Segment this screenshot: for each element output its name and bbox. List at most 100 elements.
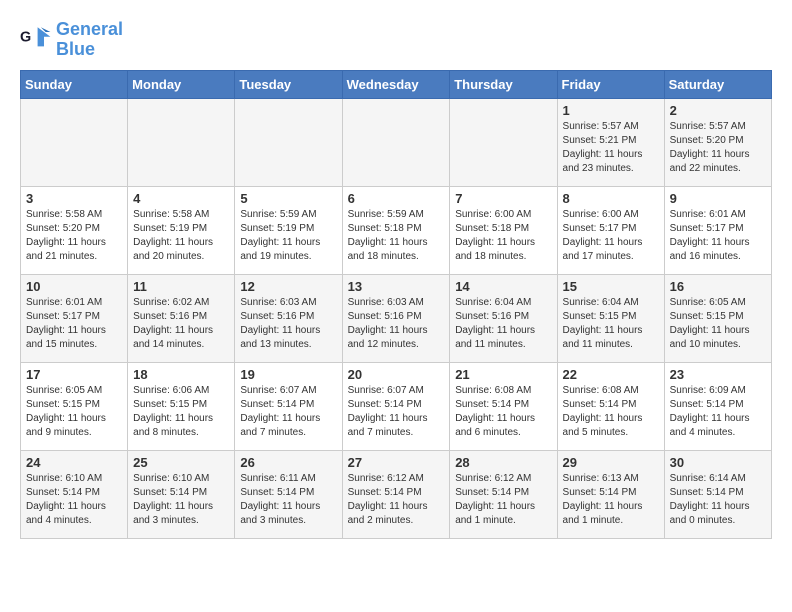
calendar: SundayMondayTuesdayWednesdayThursdayFrid… <box>20 70 772 539</box>
day-info: Sunrise: 5:57 AMSunset: 5:21 PMDaylight:… <box>563 120 659 176</box>
logo: G General Blue <box>20 20 123 60</box>
day-number: 8 <box>563 191 659 206</box>
day-cell: 4 Sunrise: 5:58 AMSunset: 5:19 PMDaylight… <box>128 186 235 274</box>
day-number: 17 <box>26 367 122 382</box>
day-number: 14 <box>455 279 551 294</box>
day-number: 7 <box>455 191 551 206</box>
day-info: Sunrise: 5:58 AMSunset: 5:19 PMDaylight:… <box>133 208 229 264</box>
day-info: Sunrise: 6:04 AMSunset: 5:16 PMDaylight:… <box>455 296 551 352</box>
day-number: 16 <box>670 279 766 294</box>
day-number: 19 <box>240 367 336 382</box>
day-cell: 18 Sunrise: 6:06 AMSunset: 5:15 PMDayligh… <box>128 362 235 450</box>
day-cell: 14 Sunrise: 6:04 AMSunset: 5:16 PMDayligh… <box>450 274 557 362</box>
day-number: 26 <box>240 455 336 470</box>
day-number: 6 <box>348 191 445 206</box>
calendar-header: SundayMondayTuesdayWednesdayThursdayFrid… <box>21 70 772 98</box>
day-cell: 29 Sunrise: 6:13 AMSunset: 5:14 PMDayligh… <box>557 450 664 538</box>
day-number: 22 <box>563 367 659 382</box>
day-cell: 8 Sunrise: 6:00 AMSunset: 5:17 PMDaylight… <box>557 186 664 274</box>
day-header-thursday: Thursday <box>450 70 557 98</box>
day-info: Sunrise: 6:05 AMSunset: 5:15 PMDaylight:… <box>670 296 766 352</box>
day-number: 4 <box>133 191 229 206</box>
day-info: Sunrise: 6:04 AMSunset: 5:15 PMDaylight:… <box>563 296 659 352</box>
day-cell: 13Sunrise: 6:03 AMSunset: 5:16 PMDayligh… <box>342 274 450 362</box>
day-number: 20 <box>348 367 445 382</box>
day-cell: 26 Sunrise: 6:11 AMSunset: 5:14 PMDayligh… <box>235 450 342 538</box>
day-cell: 17 Sunrise: 6:05 AMSunset: 5:15 PMDayligh… <box>21 362 128 450</box>
day-number: 3 <box>26 191 122 206</box>
day-cell <box>128 98 235 186</box>
day-info: Sunrise: 6:12 AMSunset: 5:14 PMDaylight:… <box>348 472 445 528</box>
day-number: 9 <box>670 191 766 206</box>
day-info: Sunrise: 6:13 AMSunset: 5:14 PMDaylight:… <box>563 472 659 528</box>
day-cell <box>342 98 450 186</box>
logo-text: General Blue <box>56 20 123 60</box>
day-info: Sunrise: 5:59 AMSunset: 5:18 PMDaylight:… <box>348 208 445 264</box>
week-row-1: 1 Sunrise: 5:57 AMSunset: 5:21 PMDaylight… <box>21 98 772 186</box>
day-header-sunday: Sunday <box>21 70 128 98</box>
day-number: 21 <box>455 367 551 382</box>
day-number: 18 <box>133 367 229 382</box>
day-number: 30 <box>670 455 766 470</box>
day-info: Sunrise: 6:14 AMSunset: 5:14 PMDaylight:… <box>670 472 766 528</box>
day-info: Sunrise: 6:11 AMSunset: 5:14 PMDaylight:… <box>240 472 336 528</box>
day-cell: 1 Sunrise: 5:57 AMSunset: 5:21 PMDaylight… <box>557 98 664 186</box>
day-info: Sunrise: 6:00 AMSunset: 5:17 PMDaylight:… <box>563 208 659 264</box>
week-row-4: 17 Sunrise: 6:05 AMSunset: 5:15 PMDayligh… <box>21 362 772 450</box>
day-cell <box>450 98 557 186</box>
day-number: 25 <box>133 455 229 470</box>
day-cell: 24Sunrise: 6:10 AMSunset: 5:14 PMDayligh… <box>21 450 128 538</box>
day-header-tuesday: Tuesday <box>235 70 342 98</box>
week-row-5: 24Sunrise: 6:10 AMSunset: 5:14 PMDayligh… <box>21 450 772 538</box>
day-info: Sunrise: 6:07 AMSunset: 5:14 PMDaylight:… <box>348 384 445 440</box>
page-header: G General Blue <box>20 20 772 60</box>
day-cell: 2Sunrise: 5:57 AMSunset: 5:20 PMDaylight… <box>664 98 771 186</box>
day-info: Sunrise: 6:03 AMSunset: 5:16 PMDaylight:… <box>348 296 445 352</box>
day-info: Sunrise: 5:59 AMSunset: 5:19 PMDaylight:… <box>240 208 336 264</box>
day-cell: 28Sunrise: 6:12 AMSunset: 5:14 PMDayligh… <box>450 450 557 538</box>
week-row-2: 3 Sunrise: 5:58 AMSunset: 5:20 PMDaylight… <box>21 186 772 274</box>
day-cell <box>21 98 128 186</box>
day-number: 10 <box>26 279 122 294</box>
day-info: Sunrise: 6:08 AMSunset: 5:14 PMDaylight:… <box>563 384 659 440</box>
day-cell: 20 Sunrise: 6:07 AMSunset: 5:14 PMDayligh… <box>342 362 450 450</box>
day-info: Sunrise: 6:09 AMSunset: 5:14 PMDaylight:… <box>670 384 766 440</box>
day-info: Sunrise: 5:58 AMSunset: 5:20 PMDaylight:… <box>26 208 122 264</box>
day-cell: 23 Sunrise: 6:09 AMSunset: 5:14 PMDayligh… <box>664 362 771 450</box>
day-info: Sunrise: 6:06 AMSunset: 5:15 PMDaylight:… <box>133 384 229 440</box>
day-header-monday: Monday <box>128 70 235 98</box>
day-cell: 9Sunrise: 6:01 AMSunset: 5:17 PMDaylight… <box>664 186 771 274</box>
day-cell: 25Sunrise: 6:10 AMSunset: 5:14 PMDayligh… <box>128 450 235 538</box>
day-cell: 21 Sunrise: 6:08 AMSunset: 5:14 PMDayligh… <box>450 362 557 450</box>
day-info: Sunrise: 6:02 AMSunset: 5:16 PMDaylight:… <box>133 296 229 352</box>
day-info: Sunrise: 6:03 AMSunset: 5:16 PMDaylight:… <box>240 296 336 352</box>
day-cell: 19 Sunrise: 6:07 AMSunset: 5:14 PMDayligh… <box>235 362 342 450</box>
day-number: 1 <box>563 103 659 118</box>
day-number: 23 <box>670 367 766 382</box>
day-info: Sunrise: 6:08 AMSunset: 5:14 PMDaylight:… <box>455 384 551 440</box>
day-info: Sunrise: 6:10 AMSunset: 5:14 PMDaylight:… <box>26 472 122 528</box>
logo-icon: G <box>20 24 52 56</box>
header-row: SundayMondayTuesdayWednesdayThursdayFrid… <box>21 70 772 98</box>
day-cell: 16 Sunrise: 6:05 AMSunset: 5:15 PMDayligh… <box>664 274 771 362</box>
day-info: Sunrise: 6:00 AMSunset: 5:18 PMDaylight:… <box>455 208 551 264</box>
day-header-saturday: Saturday <box>664 70 771 98</box>
day-number: 15 <box>563 279 659 294</box>
day-header-wednesday: Wednesday <box>342 70 450 98</box>
day-info: Sunrise: 6:07 AMSunset: 5:14 PMDaylight:… <box>240 384 336 440</box>
week-row-3: 10Sunrise: 6:01 AMSunset: 5:17 PMDayligh… <box>21 274 772 362</box>
day-cell: 12Sunrise: 6:03 AMSunset: 5:16 PMDayligh… <box>235 274 342 362</box>
day-cell: 6 Sunrise: 5:59 AMSunset: 5:18 PMDaylight… <box>342 186 450 274</box>
day-cell: 30 Sunrise: 6:14 AMSunset: 5:14 PMDayligh… <box>664 450 771 538</box>
day-cell: 27Sunrise: 6:12 AMSunset: 5:14 PMDayligh… <box>342 450 450 538</box>
day-info: Sunrise: 6:05 AMSunset: 5:15 PMDaylight:… <box>26 384 122 440</box>
day-cell: 22 Sunrise: 6:08 AMSunset: 5:14 PMDayligh… <box>557 362 664 450</box>
day-cell: 7 Sunrise: 6:00 AMSunset: 5:18 PMDaylight… <box>450 186 557 274</box>
calendar-body: 1 Sunrise: 5:57 AMSunset: 5:21 PMDaylight… <box>21 98 772 538</box>
day-cell <box>235 98 342 186</box>
day-number: 29 <box>563 455 659 470</box>
day-header-friday: Friday <box>557 70 664 98</box>
svg-text:G: G <box>20 29 31 45</box>
day-cell: 15 Sunrise: 6:04 AMSunset: 5:15 PMDayligh… <box>557 274 664 362</box>
day-cell: 5Sunrise: 5:59 AMSunset: 5:19 PMDaylight… <box>235 186 342 274</box>
